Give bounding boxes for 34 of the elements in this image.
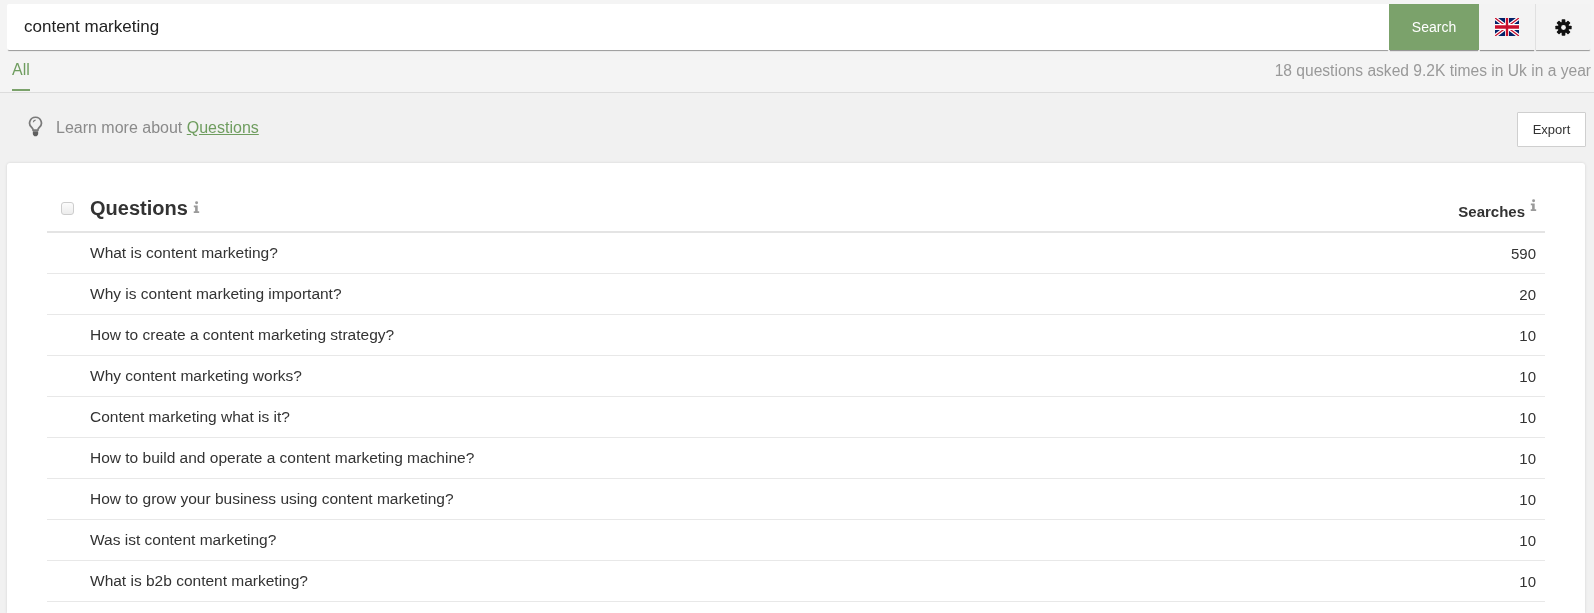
searches-cell: 10 (1519, 326, 1536, 344)
settings-icon (1555, 18, 1572, 36)
select-all-checkbox[interactable] (61, 202, 74, 215)
info-icon (192, 201, 200, 213)
language-button[interactable] (1479, 4, 1535, 50)
question-cell: Was ist content marketing? (90, 531, 277, 549)
question-cell: Why is content marketing important? (90, 285, 342, 303)
results-summary: 18 questions asked 9.2K times in Uk in a year (1274, 61, 1591, 80)
searches-cell: 20 (1519, 285, 1536, 303)
question-cell: How to create a content marketing strategy? (90, 326, 395, 344)
info-icon (1530, 199, 1537, 211)
searches-cell: 10 (1519, 490, 1536, 508)
questions-column-header: Questions (90, 196, 188, 220)
learn-more-text: Learn more about Questions (56, 119, 259, 137)
question-cell: How to build and operate a content marketing machine? (90, 449, 475, 467)
searches-cell: 10 (1519, 408, 1536, 426)
export-button[interactable]: Export (1517, 111, 1586, 147)
searches-cell: 10 (1519, 572, 1536, 590)
uk-flag-icon (1495, 18, 1519, 36)
searches-cell: 590 (1510, 244, 1536, 262)
searches-cell: 10 (1519, 531, 1536, 549)
question-cell: What is b2b content marketing? (90, 572, 308, 590)
question-cell: Content marketing what is it? (90, 408, 290, 426)
question-cell: How to grow your business using content marketing? (90, 490, 454, 508)
search-field[interactable]: content marketing (7, 4, 1389, 50)
searches-cell: 10 (1519, 449, 1536, 467)
search-button[interactable]: Search (1389, 4, 1479, 50)
lightbulb-icon (28, 116, 43, 137)
questions-link[interactable]: Questions (186, 119, 259, 136)
question-cell: What is content marketing? (90, 244, 278, 262)
searches-cell: 10 (1519, 367, 1536, 385)
searches-column-header: Searches (1458, 203, 1525, 220)
filter-tab[interactable]: All (12, 50, 30, 91)
question-cell: Why content marketing works? (90, 367, 302, 385)
